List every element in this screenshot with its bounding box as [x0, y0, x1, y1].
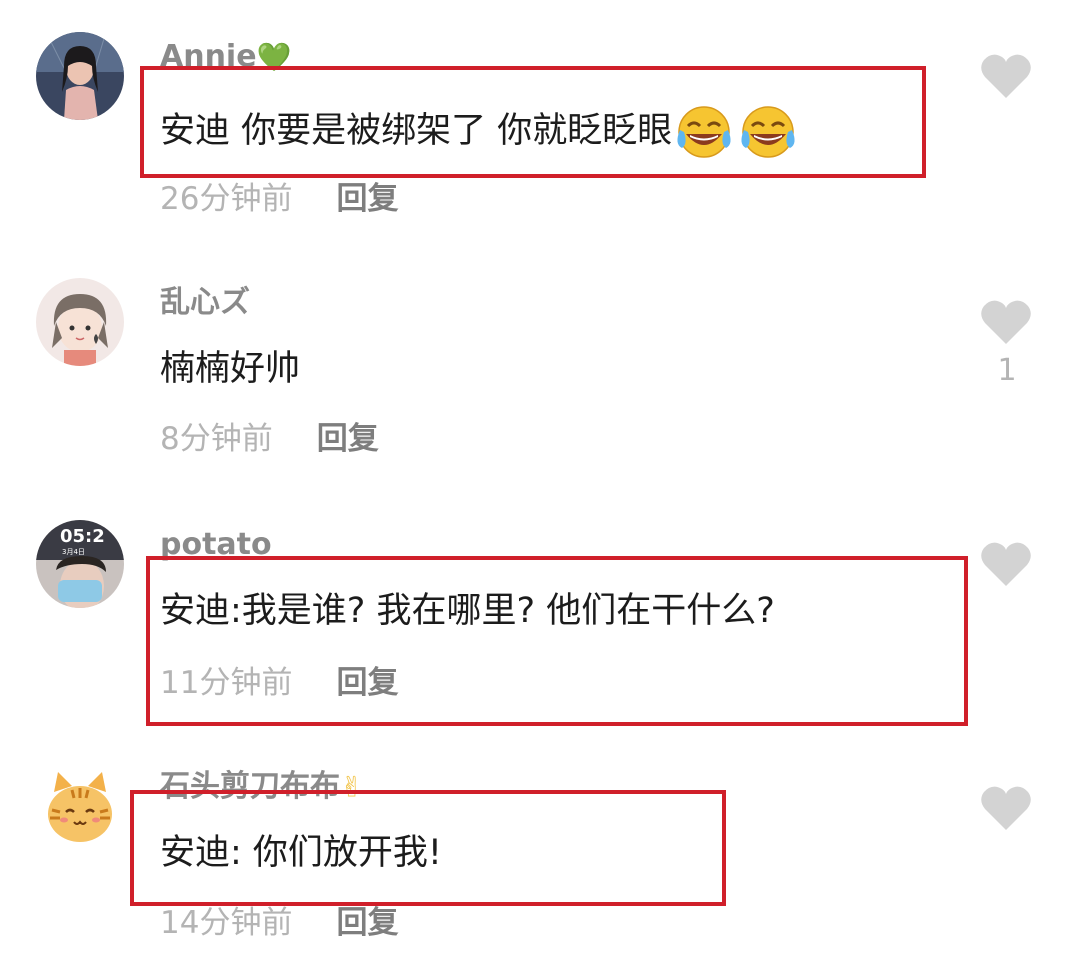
heart-icon[interactable] — [980, 52, 1032, 100]
reply-button[interactable]: 回复 — [317, 421, 379, 457]
avatar[interactable] — [36, 278, 124, 366]
lockscreen-date: 3月4日 — [62, 548, 85, 556]
timestamp: 14分钟前 — [160, 905, 293, 941]
timestamp: 8分钟前 — [160, 421, 273, 457]
lockscreen-time: 05:2 — [60, 526, 105, 547]
reply-button[interactable]: 回复 — [336, 181, 398, 217]
timestamp: 26分钟前 — [160, 181, 293, 217]
avatar-lockscreen-image: 05:2 3月4日 — [36, 520, 124, 608]
like-count: 1 — [997, 353, 1017, 388]
comment-meta: 14分钟前 回复 — [160, 908, 398, 939]
comment-meta: 26分钟前 回复 — [160, 184, 398, 215]
comment-text-body: 楠楠好帅 — [160, 349, 301, 389]
avatar-girl-image — [36, 32, 124, 120]
avatar[interactable] — [36, 32, 124, 120]
comment-meta: 8分钟前 回复 — [160, 424, 379, 455]
highlight-box — [146, 556, 968, 726]
heart-icon[interactable] — [980, 784, 1032, 832]
username-text: 乱心ズ — [160, 285, 250, 320]
avatar[interactable] — [36, 762, 124, 850]
reply-button[interactable]: 回复 — [336, 905, 398, 941]
highlight-box — [140, 66, 926, 178]
heart-icon[interactable] — [980, 298, 1032, 346]
highlight-box — [130, 790, 726, 906]
comment-text: 楠楠好帅 — [160, 352, 300, 387]
heart-icon[interactable] — [980, 540, 1032, 588]
avatar[interactable]: 05:2 3月4日 — [36, 520, 124, 608]
avatar-tiger-cat-image — [36, 762, 124, 850]
avatar-cartoon-image — [36, 278, 124, 366]
username[interactable]: 乱心ズ — [160, 288, 250, 318]
